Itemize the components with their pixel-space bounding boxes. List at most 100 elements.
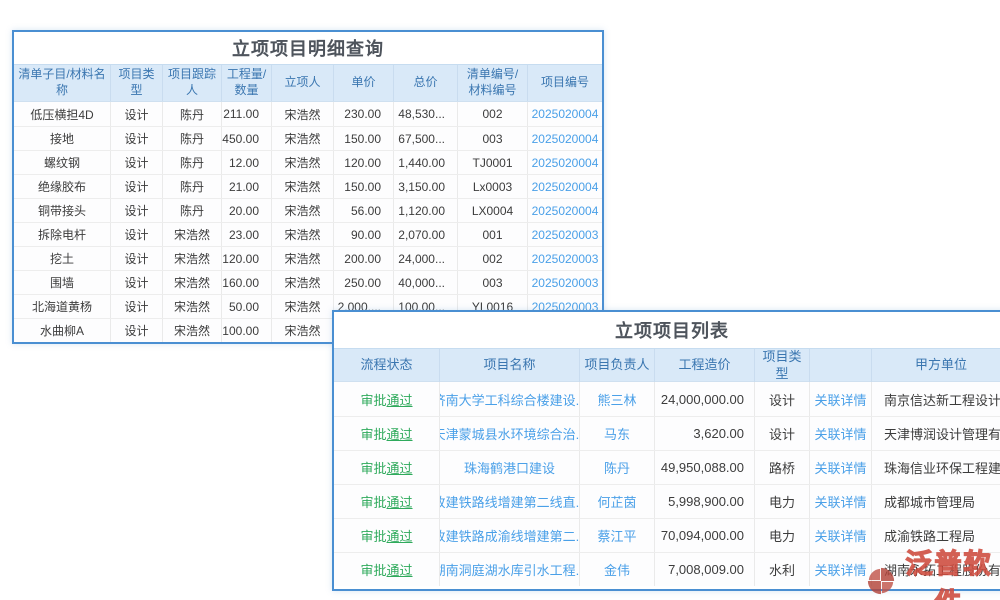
table-row: 绝缘胶布 设计 陈丹 21.00 宋浩然 150.00 3,150.00 Lx0… bbox=[14, 174, 602, 198]
detail-relation-link[interactable]: 关联详情 bbox=[810, 485, 872, 518]
project-leader-link[interactable]: 蔡江平 bbox=[580, 519, 655, 552]
table-row: 铜带接头 设计 陈丹 20.00 宋浩然 56.00 1,120.00 LX00… bbox=[14, 198, 602, 222]
project-name-link[interactable]: 珠海鹤港口建设 bbox=[440, 451, 580, 484]
column-header: 单价 bbox=[334, 65, 394, 101]
initiator-cell: 宋浩然 bbox=[272, 102, 334, 126]
quantity-cell: 23.00 bbox=[222, 223, 272, 246]
project-name-link[interactable]: 天津蒙城县水环境综合治... bbox=[440, 417, 580, 450]
quantity-cell: 450.00 bbox=[222, 127, 272, 150]
total-price-cell: 1,120.00 bbox=[394, 199, 458, 222]
project-type-cell: 设计 bbox=[111, 102, 163, 126]
tracker-cell: 宋浩然 bbox=[163, 247, 222, 270]
project-type-cell: 水利 bbox=[755, 553, 810, 586]
project-no-link[interactable]: 2025020003 bbox=[528, 271, 602, 294]
project-name-link[interactable]: 改建铁路线增建第二线直... bbox=[440, 485, 580, 518]
material-name-cell: 低压横担4D bbox=[14, 102, 111, 126]
project-leader-link[interactable]: 马东 bbox=[580, 417, 655, 450]
status-passed-link[interactable]: 通过 bbox=[387, 492, 413, 511]
workflow-status-cell: 审批通过 bbox=[334, 519, 440, 552]
quantity-cell: 211.00 bbox=[222, 102, 272, 126]
workflow-status-cell: 审批通过 bbox=[334, 382, 440, 416]
project-leader-link[interactable]: 陈丹 bbox=[580, 451, 655, 484]
material-name-cell: 绝缘胶布 bbox=[14, 175, 111, 198]
project-name-link[interactable]: 湖南洞庭湖水库引水工程... bbox=[440, 553, 580, 586]
tracker-cell: 陈丹 bbox=[163, 175, 222, 198]
project-type-cell: 设计 bbox=[111, 127, 163, 150]
project-cost-cell: 7,008,009.00 bbox=[655, 553, 755, 586]
project-leader-link[interactable]: 熊三林 bbox=[580, 382, 655, 416]
material-name-cell: 螺纹钢 bbox=[14, 151, 111, 174]
initiator-cell: 宋浩然 bbox=[272, 223, 334, 246]
material-name-cell: 水曲柳A bbox=[14, 319, 111, 342]
initiator-cell: 宋浩然 bbox=[272, 199, 334, 222]
project-type-cell: 电力 bbox=[755, 485, 810, 518]
table-row: 围墙 设计 宋浩然 160.00 宋浩然 250.00 40,000... 00… bbox=[14, 270, 602, 294]
project-type-cell: 设计 bbox=[111, 223, 163, 246]
detail-query-panel: 立项项目明细查询 清单子目/材料名称 项目类型 项目跟踪人 工程量/数量 立项人… bbox=[12, 30, 604, 344]
project-type-cell: 设计 bbox=[111, 295, 163, 318]
column-header: 项目名称 bbox=[440, 349, 580, 383]
column-header: 立项人 bbox=[272, 65, 334, 101]
project-name-link[interactable]: 济南大学工科综合楼建设... bbox=[440, 382, 580, 416]
project-leader-link[interactable]: 何芷茵 bbox=[580, 485, 655, 518]
client-unit-cell: 珠海信业环保工程建... bbox=[872, 451, 1000, 484]
status-passed-link[interactable]: 通过 bbox=[387, 526, 413, 545]
column-header: 总价 bbox=[394, 65, 458, 101]
project-type-cell: 电力 bbox=[755, 519, 810, 552]
list-no-cell: 001 bbox=[458, 223, 528, 246]
total-price-cell: 67,500... bbox=[394, 127, 458, 150]
project-type-cell: 设计 bbox=[111, 319, 163, 342]
tracker-cell: 陈丹 bbox=[163, 151, 222, 174]
table-row: 拆除电杆 设计 宋浩然 23.00 宋浩然 90.00 2,070.00 001… bbox=[14, 222, 602, 246]
tracker-cell: 宋浩然 bbox=[163, 223, 222, 246]
project-no-link[interactable]: 2025020003 bbox=[528, 223, 602, 246]
project-no-link[interactable]: 2025020004 bbox=[528, 127, 602, 150]
column-header: 项目编号 bbox=[528, 65, 602, 101]
list-no-cell: 003 bbox=[458, 127, 528, 150]
status-text: 审批 bbox=[360, 424, 386, 443]
unit-price-cell: 150.00 bbox=[334, 127, 394, 150]
status-passed-link[interactable]: 通过 bbox=[387, 560, 413, 579]
column-header: 流程状态 bbox=[334, 349, 440, 383]
project-cost-cell: 24,000,000.00 bbox=[655, 382, 755, 416]
project-name-link[interactable]: 改建铁路成渝线增建第二... bbox=[440, 519, 580, 552]
project-no-link[interactable]: 2025020004 bbox=[528, 175, 602, 198]
list-no-cell: LX0004 bbox=[458, 199, 528, 222]
project-no-link[interactable]: 2025020004 bbox=[528, 151, 602, 174]
list-no-cell: 002 bbox=[458, 102, 528, 126]
list-table-body: 审批通过 济南大学工科综合楼建设... 熊三林 24,000,000.00 设计… bbox=[334, 382, 1000, 586]
table-row: 挖土 设计 宋浩然 120.00 宋浩然 200.00 24,000... 00… bbox=[14, 246, 602, 270]
column-header: 工程造价 bbox=[655, 349, 755, 383]
total-price-cell: 24,000... bbox=[394, 247, 458, 270]
project-no-link[interactable]: 2025020004 bbox=[528, 102, 602, 126]
detail-relation-link[interactable]: 关联详情 bbox=[810, 382, 872, 416]
unit-price-cell: 90.00 bbox=[334, 223, 394, 246]
detail-relation-link[interactable]: 关联详情 bbox=[810, 519, 872, 552]
status-text: 审批 bbox=[360, 458, 386, 477]
column-header: 项目负责人 bbox=[580, 349, 655, 383]
status-text: 审批 bbox=[360, 560, 386, 579]
table-row: 低压横担4D 设计 陈丹 211.00 宋浩然 230.00 48,530...… bbox=[14, 102, 602, 126]
project-no-link[interactable]: 2025020003 bbox=[528, 247, 602, 270]
material-name-cell: 北海道黄杨 bbox=[14, 295, 111, 318]
project-type-cell: 设计 bbox=[755, 417, 810, 450]
tracker-cell: 宋浩然 bbox=[163, 271, 222, 294]
table-row: 螺纹钢 设计 陈丹 12.00 宋浩然 120.00 1,440.00 TJ00… bbox=[14, 150, 602, 174]
table-row: 审批通过 改建铁路成渝线增建第二... 蔡江平 70,094,000.00 电力… bbox=[334, 518, 1000, 552]
project-list-panel: 立项项目列表 流程状态 项目名称 项目负责人 工程造价 项目类型 甲方单位 审批… bbox=[332, 310, 1000, 591]
tracker-cell: 陈丹 bbox=[163, 102, 222, 126]
material-name-cell: 围墙 bbox=[14, 271, 111, 294]
detail-query-title: 立项项目明细查询 bbox=[14, 32, 602, 64]
project-leader-link[interactable]: 金伟 bbox=[580, 553, 655, 586]
detail-relation-link[interactable]: 关联详情 bbox=[810, 417, 872, 450]
detail-relation-link[interactable]: 关联详情 bbox=[810, 451, 872, 484]
tracker-cell: 宋浩然 bbox=[163, 319, 222, 342]
project-no-link[interactable]: 2025020004 bbox=[528, 199, 602, 222]
status-passed-link[interactable]: 通过 bbox=[387, 424, 413, 443]
column-header bbox=[810, 349, 872, 383]
workflow-status-cell: 审批通过 bbox=[334, 417, 440, 450]
detail-relation-link[interactable]: 关联详情 bbox=[810, 553, 872, 586]
status-passed-link[interactable]: 通过 bbox=[387, 458, 413, 477]
status-passed-link[interactable]: 通过 bbox=[387, 390, 413, 409]
client-unit-cell: 南京信达新工程设计院 bbox=[872, 382, 1000, 416]
